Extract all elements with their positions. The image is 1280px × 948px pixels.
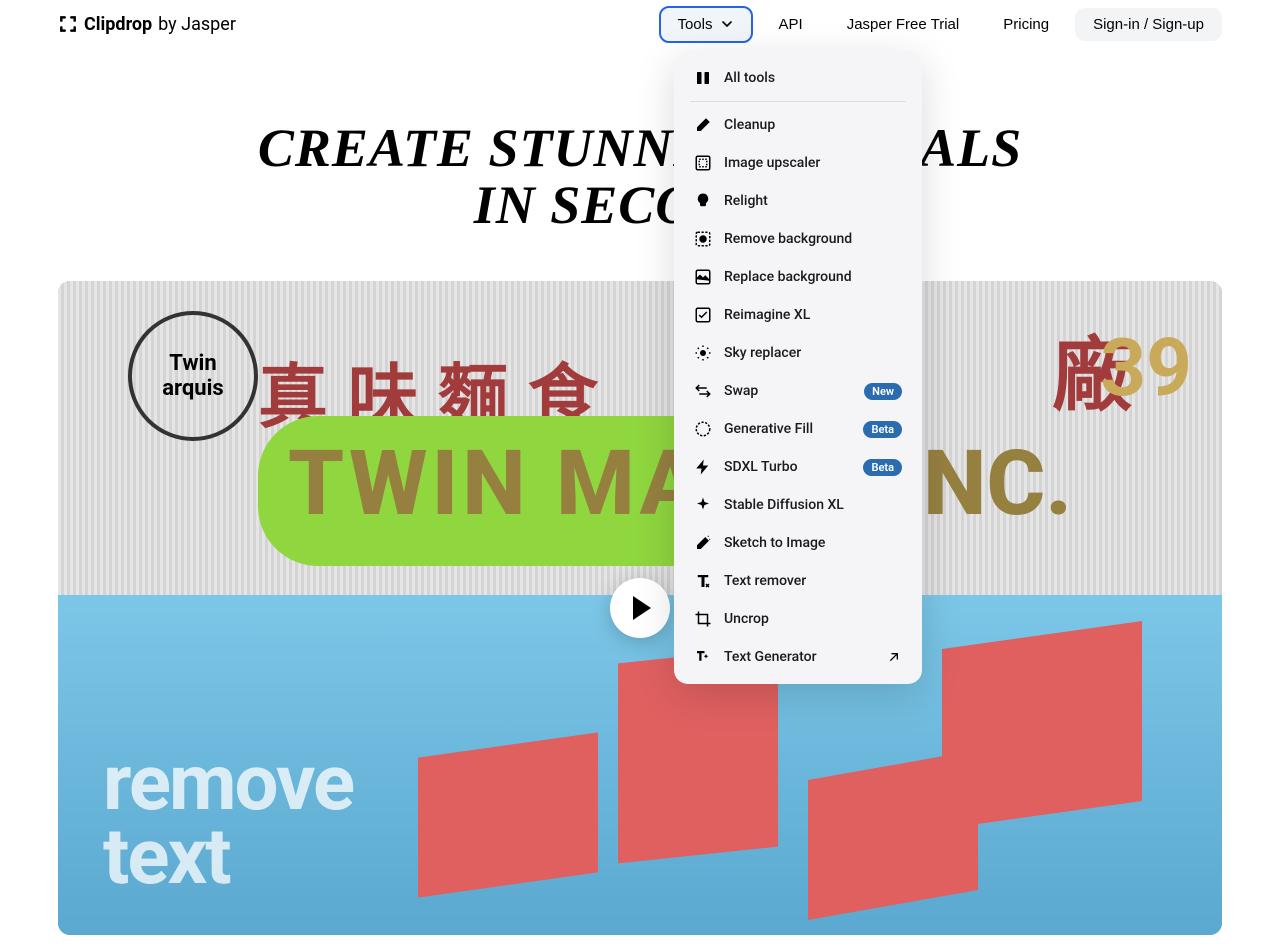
dropdown-sketch[interactable]: Sketch to Image <box>682 524 914 562</box>
play-icon <box>633 596 651 620</box>
dropdown-sky-replacer[interactable]: Sky replacer <box>682 334 914 372</box>
hero-title: CREATE STUNNING VISUALS IN SECONDS <box>0 120 1280 233</box>
storefront-logo: Twin arquis <box>128 311 258 441</box>
dropdown-all-tools[interactable]: All tools <box>682 59 914 97</box>
remove-bg-icon <box>694 230 712 248</box>
dropdown-text-generator[interactable]: Text Generator <box>682 638 914 676</box>
dropdown-cleanup[interactable]: Cleanup <box>682 106 914 144</box>
text-gen-icon <box>694 648 712 666</box>
sun-icon <box>694 344 712 362</box>
dropdown-replace-bg[interactable]: Replace background <box>682 258 914 296</box>
pricing-button[interactable]: Pricing <box>985 8 1067 41</box>
api-button[interactable]: API <box>761 8 821 41</box>
number-39: 39 <box>1100 321 1192 415</box>
dropdown-sdxl-turbo[interactable]: SDXL Turbo Beta <box>682 448 914 486</box>
chevron-down-icon <box>719 16 735 32</box>
replace-bg-icon <box>694 268 712 286</box>
dropdown-reimagine[interactable]: Reimagine XL <box>682 296 914 334</box>
external-link-icon <box>886 649 902 665</box>
trial-button[interactable]: Jasper Free Trial <box>829 8 978 41</box>
uncrop-icon <box>694 610 712 628</box>
text-remove-icon <box>694 572 712 590</box>
fill-icon <box>694 420 712 438</box>
dropdown-remove-bg[interactable]: Remove background <box>682 220 914 258</box>
dropdown-uncrop[interactable]: Uncrop <box>682 600 914 638</box>
clipdrop-logo-icon <box>58 14 78 34</box>
main-nav: Tools API Jasper Free Trial Pricing Sign… <box>659 6 1222 43</box>
dropdown-divider <box>690 101 906 102</box>
wand-icon <box>694 534 712 552</box>
all-tools-icon <box>694 69 712 87</box>
logo-name: Clipdrop <box>84 14 152 35</box>
tools-label: Tools <box>677 16 712 33</box>
nc-text: NC. <box>923 431 1072 536</box>
turbo-icon <box>694 458 712 476</box>
beta-badge: Beta <box>863 421 902 438</box>
video-overlay-text: remove text <box>103 747 353 895</box>
video-hero[interactable]: Twin arquis 真味麵食 廠 39 TWIN MAR NC. remov… <box>58 281 1222 935</box>
upscale-icon <box>694 154 712 172</box>
logo[interactable]: Clipdrop by Jasper <box>58 14 236 35</box>
logo-byline: by Jasper <box>158 14 236 35</box>
play-button[interactable] <box>610 578 670 638</box>
reimagine-icon <box>694 306 712 324</box>
dropdown-label: All tools <box>724 70 902 86</box>
header: Clipdrop by Jasper Tools API Jasper Free… <box>0 0 1280 48</box>
dropdown-relight[interactable]: Relight <box>682 182 914 220</box>
eraser-icon <box>694 116 712 134</box>
new-badge: New <box>864 383 902 400</box>
tools-dropdown: All tools Cleanup Image upscaler Relight… <box>674 51 922 684</box>
tools-button[interactable]: Tools <box>659 6 752 43</box>
dropdown-swap[interactable]: Swap New <box>682 372 914 410</box>
sparkle-icon <box>694 496 712 514</box>
beta-badge: Beta <box>863 459 902 476</box>
bulb-icon <box>694 192 712 210</box>
swap-icon <box>694 382 712 400</box>
dropdown-generative-fill[interactable]: Generative Fill Beta <box>682 410 914 448</box>
dropdown-stable-diffusion[interactable]: Stable Diffusion XL <box>682 486 914 524</box>
signin-button[interactable]: Sign-in / Sign-up <box>1075 8 1222 41</box>
dropdown-text-remover[interactable]: Text remover <box>682 562 914 600</box>
dropdown-upscaler[interactable]: Image upscaler <box>682 144 914 182</box>
